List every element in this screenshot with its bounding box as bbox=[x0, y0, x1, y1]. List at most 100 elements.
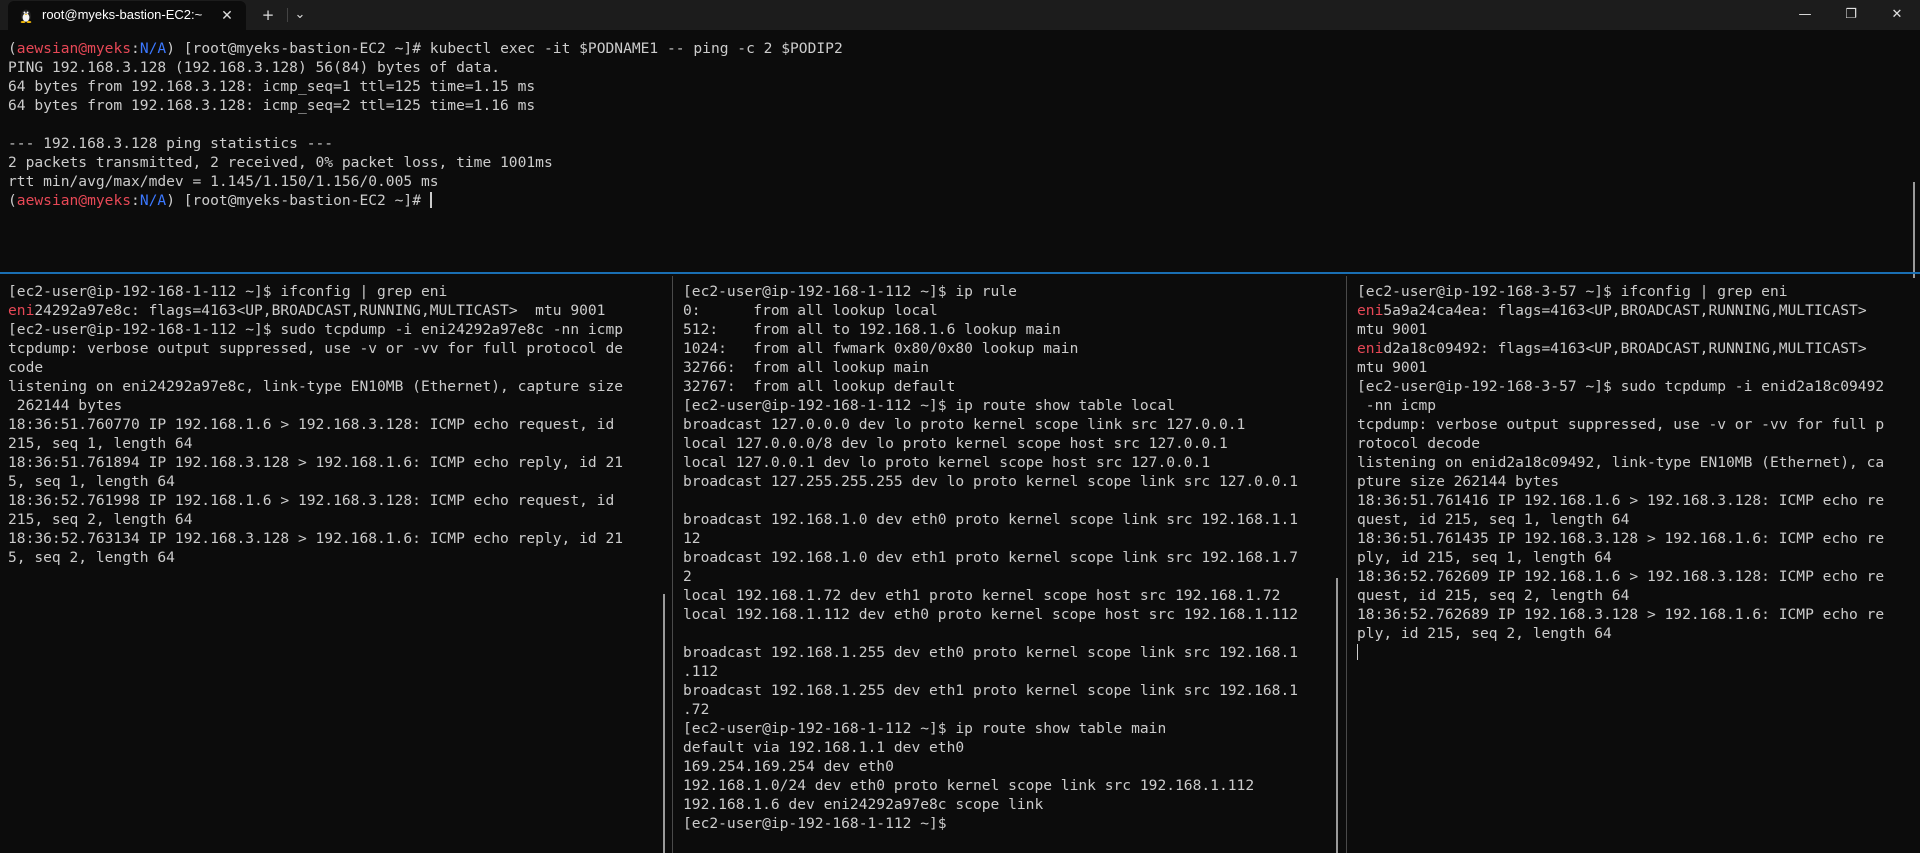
output-line: 18:36:51.760770 IP 192.168.1.6 > 192.168… bbox=[8, 416, 624, 433]
scrollbar-left[interactable] bbox=[663, 594, 665, 853]
output-line: .112 bbox=[683, 663, 719, 680]
output-line: 32766: from all lookup main bbox=[683, 359, 930, 376]
prompt-user: aewsian@myeks bbox=[16, 192, 132, 209]
output-line: local 192.168.1.72 dev eth1 proto kernel… bbox=[683, 587, 1281, 604]
prompt-close: ) [root@myeks-bastion-EC2 ~]# bbox=[166, 192, 430, 209]
output-line: 18:36:52.762689 IP 192.168.3.128 > 192.1… bbox=[1357, 606, 1885, 623]
grep-match: eni bbox=[1357, 340, 1384, 357]
output-line: 5, seq 1, length 64 bbox=[8, 473, 175, 490]
output-line: 192.168.1.0/24 dev eth0 proto kernel sco… bbox=[683, 777, 1255, 794]
output-line: 2 packets transmitted, 2 received, 0% pa… bbox=[8, 154, 553, 171]
grep-match: eni bbox=[8, 302, 35, 319]
output-line: rtt min/avg/max/mdev = 1.145/1.150/1.156… bbox=[8, 173, 439, 190]
output-line: rotocol decode bbox=[1357, 435, 1481, 452]
terminal-pane-right[interactable]: [ec2-user@ip-192-168-3-57 ~]$ ifconfig |… bbox=[1349, 282, 1920, 853]
tab-terminal[interactable]: root@myeks-bastion-EC2:~ ✕ bbox=[8, 1, 246, 30]
output-line: [ec2-user@ip-192-168-1-112 ~]$ ifconfig … bbox=[8, 283, 448, 300]
output-line: 18:36:52.763134 IP 192.168.3.128 > 192.1… bbox=[8, 530, 624, 547]
output-line: default via 192.168.1.1 dev eth0 bbox=[683, 739, 965, 756]
output-line: .72 bbox=[683, 701, 710, 718]
output-line: broadcast 192.168.1.0 dev eth1 proto ker… bbox=[683, 549, 1299, 566]
output-line: listening on eni24292a97e8c, link-type E… bbox=[8, 378, 624, 395]
output-line: tcpdump: verbose output suppressed, use … bbox=[8, 340, 624, 357]
text-cursor bbox=[429, 192, 432, 208]
tab-close-icon[interactable]: ✕ bbox=[218, 6, 236, 24]
grep-match: eni bbox=[1357, 302, 1384, 319]
tab-title: root@myeks-bastion-EC2:~ bbox=[42, 7, 203, 22]
command-text: kubectl exec -it $PODNAME1 -- ping -c 2 … bbox=[429, 40, 843, 57]
output-line: code bbox=[8, 359, 44, 376]
output-line: broadcast 192.168.1.255 dev eth0 proto k… bbox=[683, 644, 1299, 661]
output-line: tcpdump: verbose output suppressed, use … bbox=[1357, 416, 1885, 433]
terminal-pane-middle[interactable]: [ec2-user@ip-192-168-1-112 ~]$ ip rule 0… bbox=[675, 282, 1345, 853]
output-line: quest, id 215, seq 2, length 64 bbox=[1357, 587, 1630, 604]
output-line: pture size 262144 bytes bbox=[1357, 473, 1560, 490]
linux-tux-icon bbox=[20, 9, 32, 23]
output-line: local 192.168.1.112 dev eth0 proto kerne… bbox=[683, 606, 1299, 623]
output-line: broadcast 192.168.1.255 dev eth1 proto k… bbox=[683, 682, 1299, 699]
output-line: local 127.0.0.1 dev lo proto kernel scop… bbox=[683, 454, 1211, 471]
output-line: broadcast 127.0.0.0 dev lo proto kernel … bbox=[683, 416, 1246, 433]
output-line: ply, id 215, seq 2, length 64 bbox=[1357, 625, 1612, 642]
output-line: 5, seq 2, length 64 bbox=[8, 549, 175, 566]
output-line: 64 bytes from 192.168.3.128: icmp_seq=2 … bbox=[8, 97, 536, 114]
output-line: ply, id 215, seq 1, length 64 bbox=[1357, 549, 1612, 566]
output-line: --- 192.168.3.128 ping statistics --- bbox=[8, 135, 334, 152]
prompt-context: N/A bbox=[139, 40, 167, 57]
close-window-button[interactable]: ✕ bbox=[1874, 0, 1920, 30]
output-line: 32767: from all lookup default bbox=[683, 378, 956, 395]
pane-splitter-horizontal[interactable] bbox=[0, 272, 1920, 274]
output-line: mtu 9001 bbox=[1357, 321, 1428, 338]
output-line: 512: from all to 192.168.1.6 lookup main bbox=[683, 321, 1061, 338]
output-line: [ec2-user@ip-192-168-1-112 ~]$ sudo tcpd… bbox=[8, 321, 624, 338]
new-tab-button[interactable]: + bbox=[256, 3, 280, 27]
dropdown-chevron-icon[interactable]: ⌄ bbox=[288, 3, 312, 27]
output-line: 0: from all lookup local bbox=[683, 302, 938, 319]
output-line: [ec2-user@ip-192-168-1-112 ~]$ ip route … bbox=[683, 397, 1176, 414]
prompt-close: ) [root@myeks-bastion-EC2 ~]# bbox=[166, 40, 430, 57]
output-line: quest, id 215, seq 1, length 64 bbox=[1357, 511, 1630, 528]
output-line: 24292a97e8c: flags=4163<UP,BROADCAST,RUN… bbox=[34, 302, 606, 319]
prompt-open: ( bbox=[8, 192, 17, 209]
prompt-context: N/A bbox=[139, 192, 167, 209]
output-line: [ec2-user@ip-192-168-3-57 ~]$ ifconfig |… bbox=[1357, 283, 1788, 300]
output-line: local 127.0.0.0/8 dev lo proto kernel sc… bbox=[683, 435, 1228, 452]
output-line: d2a18c09492: flags=4163<UP,BROADCAST,RUN… bbox=[1383, 340, 1867, 357]
output-line: 18:36:51.761894 IP 192.168.3.128 > 192.1… bbox=[8, 454, 624, 471]
prompt-sep: : bbox=[131, 40, 140, 57]
minimize-button[interactable]: — bbox=[1782, 0, 1828, 30]
scrollbar-middle[interactable] bbox=[1336, 578, 1338, 853]
output-line: 18:36:52.761998 IP 192.168.1.6 > 192.168… bbox=[8, 492, 624, 509]
title-bar: root@myeks-bastion-EC2:~ ✕ + ⌄ — ❐ ✕ bbox=[0, 0, 1920, 30]
output-line: mtu 9001 bbox=[1357, 359, 1428, 376]
output-line: 18:36:52.762609 IP 192.168.1.6 > 192.168… bbox=[1357, 568, 1885, 585]
maximize-button[interactable]: ❐ bbox=[1828, 0, 1874, 30]
output-line: 64 bytes from 192.168.3.128: icmp_seq=1 … bbox=[8, 78, 536, 95]
terminal-pane-top[interactable]: (aewsian@myeks:N/A) [root@myeks-bastion-… bbox=[0, 39, 1920, 271]
text-cursor bbox=[1357, 644, 1358, 660]
pane-splitter-vertical-right[interactable] bbox=[1346, 276, 1347, 853]
output-line: broadcast 192.168.1.0 dev eth0 proto ker… bbox=[683, 511, 1299, 528]
scrollbar-top[interactable] bbox=[1913, 182, 1915, 278]
output-line: 169.254.169.254 dev eth0 bbox=[683, 758, 894, 775]
output-line: 5a9a24ca4ea: flags=4163<UP,BROADCAST,RUN… bbox=[1383, 302, 1867, 319]
output-line: 192.168.1.6 dev eni24292a97e8c scope lin… bbox=[683, 796, 1044, 813]
output-line: 215, seq 2, length 64 bbox=[8, 511, 193, 528]
output-line: broadcast 127.255.255.255 dev lo proto k… bbox=[683, 473, 1299, 490]
output-line: [ec2-user@ip-192-168-3-57 ~]$ sudo tcpdu… bbox=[1357, 378, 1885, 395]
pane-splitter-vertical-left[interactable] bbox=[672, 276, 673, 853]
output-line: 262144 bytes bbox=[8, 397, 123, 414]
output-line: 1024: from all fwmark 0x80/0x80 lookup m… bbox=[683, 340, 1079, 357]
output-line: [ec2-user@ip-192-168-1-112 ~]$ bbox=[683, 815, 947, 832]
prompt-open: ( bbox=[8, 40, 17, 57]
output-line: 18:36:51.761435 IP 192.168.3.128 > 192.1… bbox=[1357, 530, 1885, 547]
terminal-pane-left[interactable]: [ec2-user@ip-192-168-1-112 ~]$ ifconfig … bbox=[0, 282, 670, 853]
output-line: listening on enid2a18c09492, link-type E… bbox=[1357, 454, 1885, 471]
output-line: 2 bbox=[683, 568, 692, 585]
output-line: 12 bbox=[683, 530, 701, 547]
output-line: PING 192.168.3.128 (192.168.3.128) 56(84… bbox=[8, 59, 501, 76]
output-line: -nn icmp bbox=[1357, 397, 1437, 414]
output-line: 215, seq 1, length 64 bbox=[8, 435, 193, 452]
prompt-sep: : bbox=[131, 192, 140, 209]
prompt-user: aewsian@myeks bbox=[16, 40, 132, 57]
